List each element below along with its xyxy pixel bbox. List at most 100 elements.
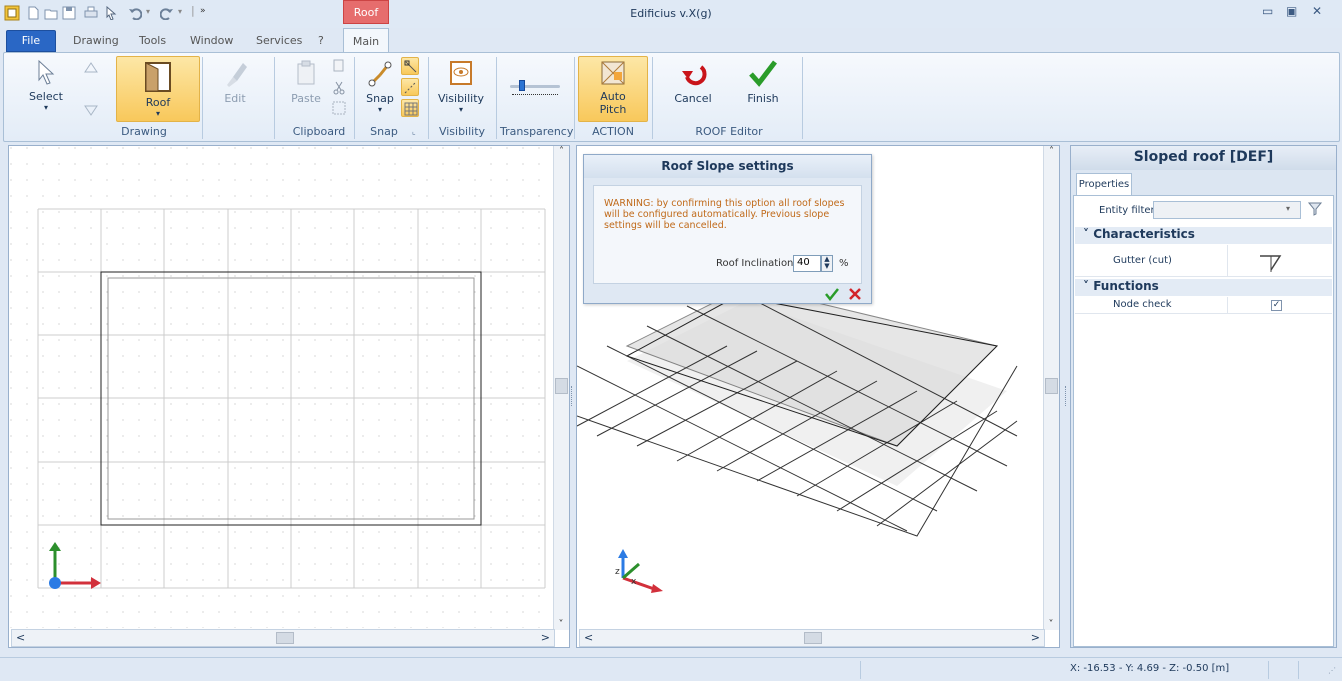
tab-properties[interactable]: Properties	[1076, 173, 1132, 195]
separator	[428, 57, 429, 139]
splitter-grip[interactable]	[571, 386, 574, 406]
copy-icon[interactable]	[332, 59, 346, 73]
snap-icon	[368, 61, 392, 87]
roof-context-tab[interactable]: Roof	[343, 0, 389, 24]
section-functions[interactable]: ˅ Functions	[1075, 279, 1332, 296]
scroll-up-icon[interactable]: ˄	[1044, 146, 1059, 157]
group-drawing-label: Drawing	[121, 125, 167, 138]
finish-button[interactable]: Finish	[738, 59, 788, 109]
cancel-undo-icon	[682, 65, 707, 86]
3d-horizontal-scrollbar[interactable]: < >	[579, 629, 1045, 647]
separator	[354, 57, 355, 139]
snap-options-icon[interactable]: ⌞	[412, 127, 416, 136]
tab-drawing[interactable]: Drawing	[73, 34, 119, 47]
confirm-check-icon[interactable]	[825, 287, 839, 301]
tab-main[interactable]: Main	[343, 28, 389, 52]
tab-services[interactable]: Services	[256, 34, 302, 47]
scroll-right-icon[interactable]: >	[541, 631, 550, 644]
select-all-icon[interactable]	[332, 101, 346, 115]
visibility-dropdown-icon: ▾	[458, 105, 463, 114]
transparency-ticks	[512, 94, 558, 97]
property-row-gutter[interactable]: Gutter (cut)	[1075, 245, 1332, 277]
scroll-thumb[interactable]	[276, 632, 294, 644]
plan-horizontal-scrollbar[interactable]: < >	[11, 629, 555, 647]
dialog-cancel-icon[interactable]	[848, 287, 862, 301]
scroll-left-icon[interactable]: <	[16, 631, 25, 644]
cut-icon[interactable]	[332, 81, 346, 95]
minimize-icon[interactable]: ▭	[1262, 4, 1273, 18]
entity-filter-label: Entity filter	[1099, 205, 1155, 216]
plan-view[interactable]: ˄ ˅ < >	[8, 145, 570, 648]
redo-dropdown-icon[interactable]: ▾	[178, 7, 182, 16]
scroll-left-icon[interactable]: <	[584, 631, 593, 644]
auto-pitch-label-1: Auto	[600, 90, 626, 103]
3d-axes-icon: z x	[615, 549, 663, 593]
print-icon[interactable]	[84, 6, 98, 20]
filter-settings-icon[interactable]	[1307, 200, 1325, 218]
separator	[574, 57, 575, 139]
property-row-node-check[interactable]: Node check ✓	[1075, 297, 1332, 314]
inclination-spinner[interactable]: ▲ ▼	[821, 255, 833, 272]
scroll-right-icon[interactable]: >	[1031, 631, 1040, 644]
app-icon[interactable]	[4, 5, 20, 21]
inclination-input[interactable]: 40	[793, 255, 821, 272]
customize-toolbar-icon[interactable]: »	[200, 6, 206, 16]
inclination-label: Roof Inclination:	[716, 258, 797, 269]
transparency-slider[interactable]	[510, 85, 560, 88]
snap-grid-icon[interactable]	[401, 99, 419, 117]
maximize-icon[interactable]: ▣	[1286, 4, 1297, 18]
snap-midpoint-icon[interactable]	[401, 78, 419, 96]
separator	[496, 57, 497, 139]
transparency-slider-thumb[interactable]	[519, 80, 525, 91]
select-button[interactable]: Select ▾	[18, 59, 74, 121]
resize-grip-icon[interactable]: ⋰	[1328, 666, 1336, 675]
open-folder-icon[interactable]	[44, 6, 58, 20]
pointer-icon[interactable]	[104, 6, 118, 20]
brush-icon	[227, 63, 247, 87]
save-icon[interactable]	[62, 6, 76, 20]
checkmark-icon	[749, 60, 777, 87]
new-file-icon[interactable]	[26, 6, 40, 20]
snap-endpoint-icon[interactable]	[401, 57, 419, 75]
3d-vertical-scrollbar[interactable]: ˄ ˅	[1043, 146, 1059, 630]
auto-pitch-icon	[601, 61, 625, 85]
entity-filter-dropdown-icon[interactable]: ▾	[1286, 204, 1298, 216]
node-check-checkbox[interactable]: ✓	[1271, 300, 1282, 311]
roof-button[interactable]: Roof ▾	[116, 56, 200, 122]
properties-panel: Sloped roof [DEF] Properties Entity filt…	[1070, 145, 1337, 648]
scroll-down-icon[interactable]: ˅	[1044, 619, 1058, 630]
entity-filter-select[interactable]: ▾	[1153, 201, 1301, 219]
separator	[202, 57, 203, 139]
ribbon-tabs: Drawing Tools Window Services ?	[0, 28, 1342, 52]
clipboard-icon	[297, 60, 315, 85]
plan-vertical-scrollbar[interactable]: ˄ ˅	[553, 146, 569, 630]
tab-tools[interactable]: Tools	[139, 34, 166, 47]
down-triangle-icon[interactable]	[84, 105, 98, 117]
cancel-button[interactable]: Cancel	[668, 59, 718, 109]
undo-dropdown-icon[interactable]: ▾	[146, 7, 150, 16]
tab-help[interactable]: ?	[318, 34, 324, 47]
redo-icon[interactable]	[160, 6, 174, 20]
scroll-down-icon[interactable]: ˅	[554, 619, 568, 630]
scroll-thumb[interactable]	[804, 632, 822, 644]
visibility-button[interactable]: Visibility ▾	[436, 59, 486, 121]
edit-button[interactable]: Edit	[212, 59, 258, 109]
auto-pitch-button[interactable]: Auto Pitch	[578, 56, 648, 122]
select-dropdown-icon: ▾	[43, 103, 48, 112]
tab-window[interactable]: Window	[190, 34, 233, 47]
title-bar: Edificius v.X(g) ▾ ▾ | » Roof ▭ ▣ ✕	[0, 0, 1342, 28]
svg-text:z: z	[615, 567, 620, 577]
undo-icon[interactable]	[128, 6, 142, 20]
splitter-grip[interactable]	[1065, 386, 1068, 406]
gutter-icon[interactable]	[1257, 248, 1283, 274]
scroll-thumb[interactable]	[1045, 378, 1058, 394]
paste-button[interactable]: Paste	[286, 59, 326, 109]
snap-button[interactable]: Snap ▾	[360, 59, 400, 121]
close-icon[interactable]: ✕	[1312, 4, 1322, 18]
snap-label: Snap	[366, 92, 394, 105]
section-characteristics[interactable]: ˅ Characteristics	[1075, 227, 1332, 244]
up-triangle-icon[interactable]	[84, 61, 98, 73]
scroll-thumb[interactable]	[555, 378, 568, 394]
file-menu-button[interactable]: File	[6, 30, 56, 52]
scroll-up-icon[interactable]: ˄	[554, 146, 569, 157]
